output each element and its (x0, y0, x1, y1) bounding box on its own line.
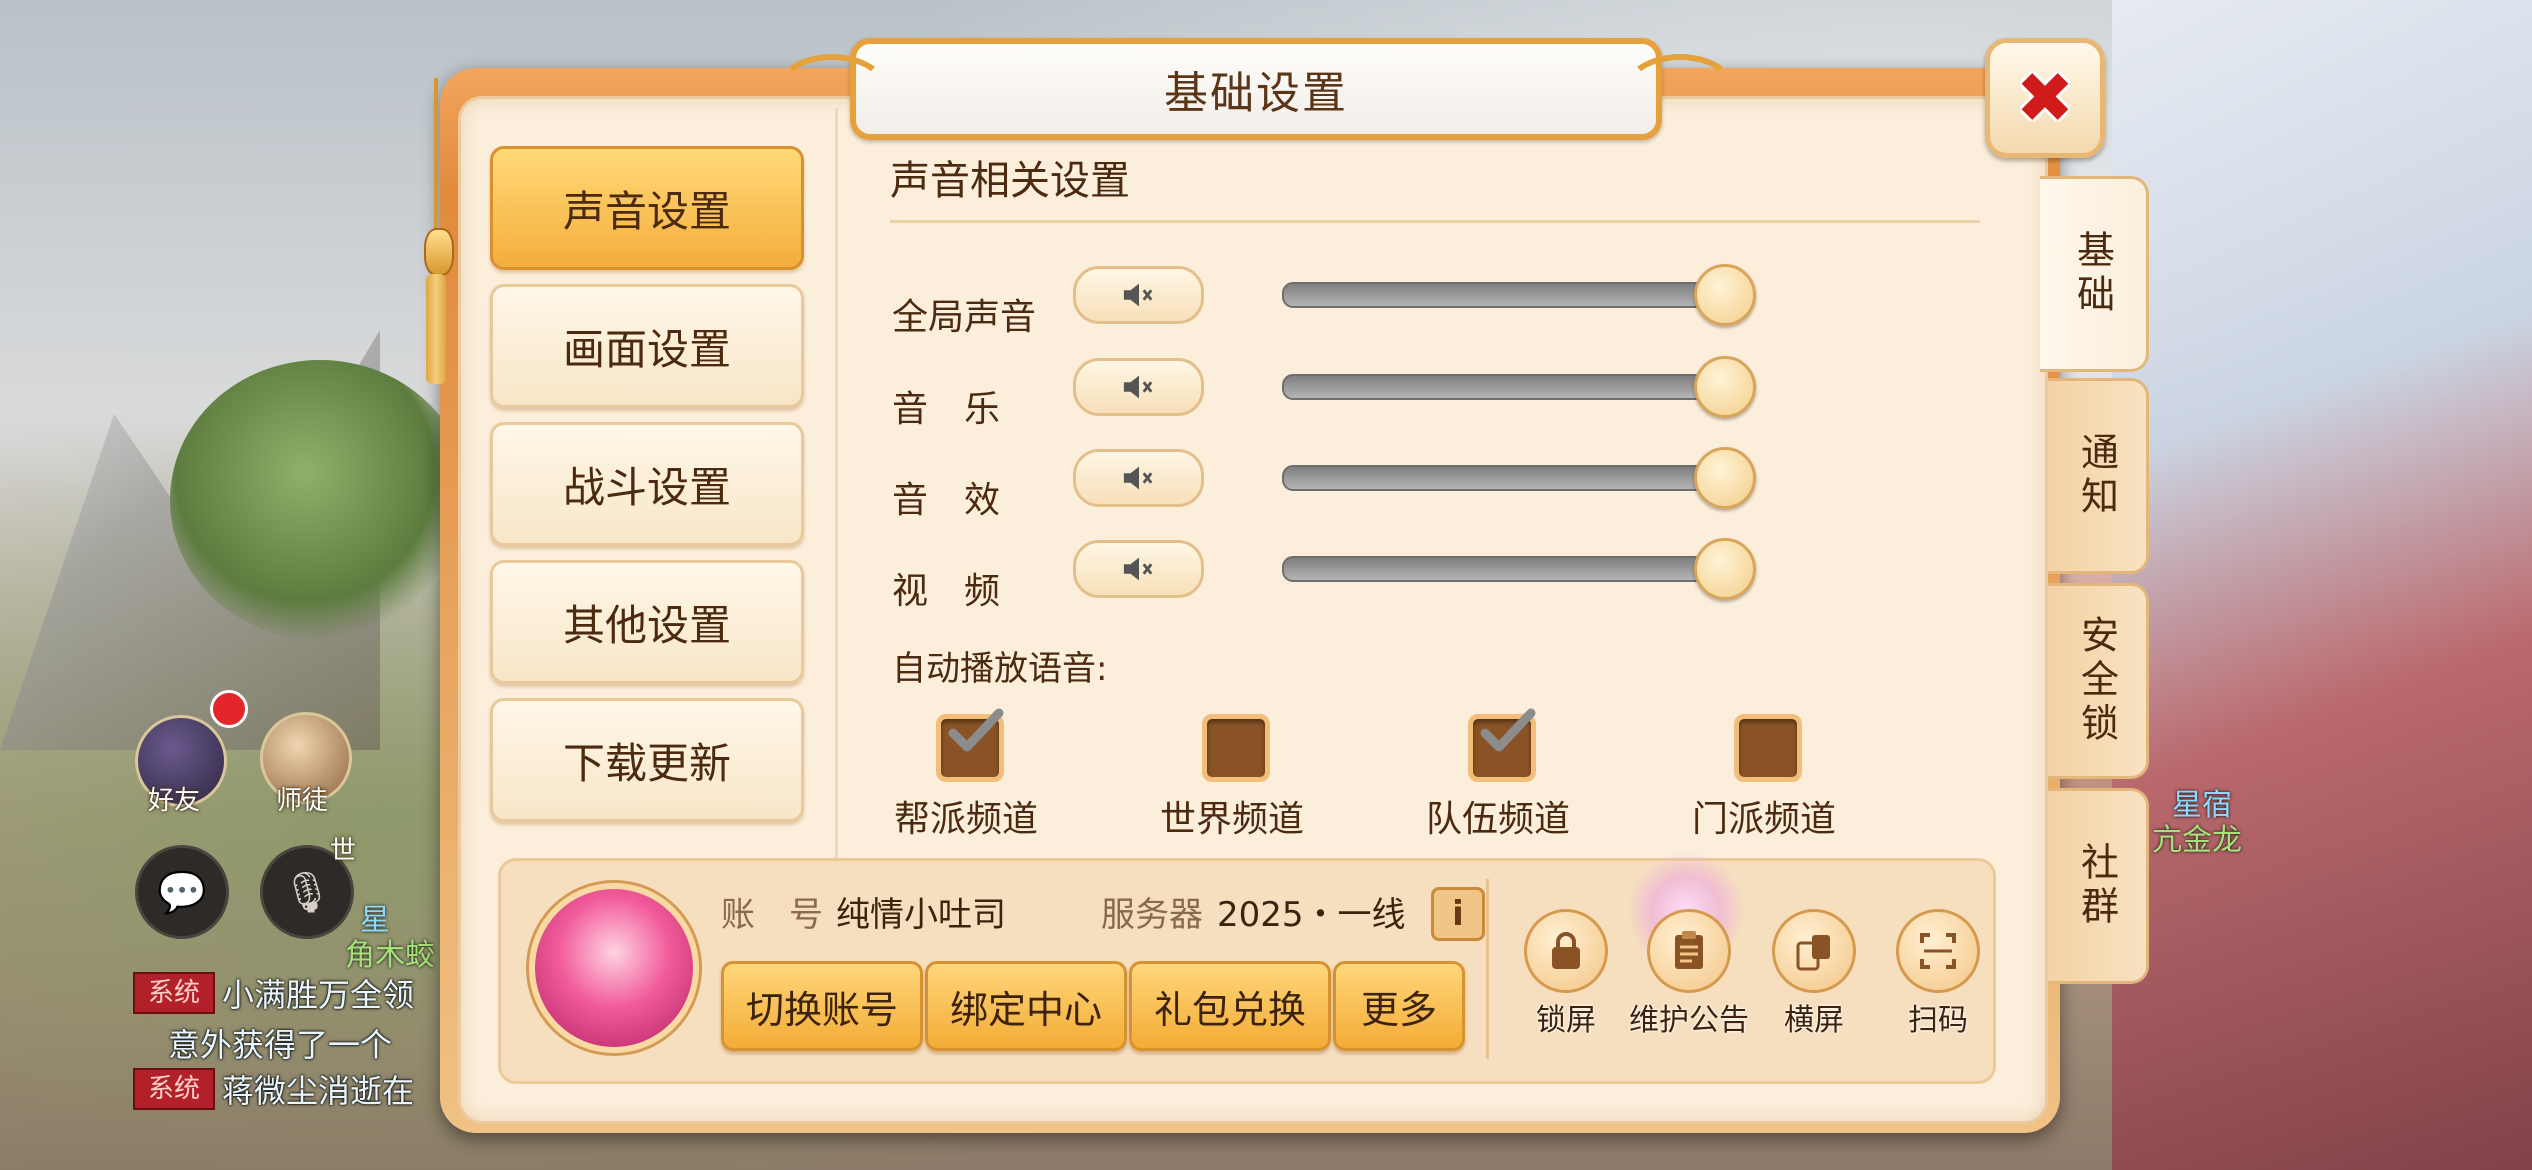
speaker-mute-icon (1122, 280, 1156, 310)
global-sound-mute-button[interactable] (1073, 266, 1204, 324)
landscape-label: 横屏 (1784, 1003, 1844, 1038)
video-mute-button[interactable] (1073, 540, 1204, 598)
more-button[interactable]: 更多 (1333, 961, 1465, 1051)
lock-screen-button[interactable]: 锁屏 (1501, 909, 1631, 1039)
close-button[interactable]: ✖ (1985, 38, 2105, 158)
world-channel-label: 世 (330, 836, 357, 866)
tab-community[interactable]: 社群 (2048, 788, 2149, 984)
chat-line: 意外获得了一个 (168, 1026, 393, 1064)
checkbox-guild-channel[interactable] (936, 708, 1004, 782)
notification-dot (210, 690, 248, 728)
tab-notifications[interactable]: 通知 (2048, 378, 2149, 574)
world-channel-label: 世界频道 (1159, 799, 1304, 840)
global-sound-label: 全局声音 (892, 297, 1037, 338)
clipboard-icon (1675, 931, 1703, 969)
music-label: 音 乐 (892, 389, 1001, 430)
video-slider-track[interactable] (1282, 556, 1736, 582)
guild-channel-label: 帮派频道 (893, 799, 1038, 840)
speaker-mute-icon (1122, 372, 1156, 402)
music-slider-knob[interactable] (1694, 356, 1756, 418)
close-icon: ✖ (2015, 57, 2075, 139)
avatar[interactable] (529, 883, 699, 1053)
server-name: 2025・一线 (1217, 895, 1406, 935)
checkbox-team-channel[interactable] (1468, 708, 1536, 782)
dialog-title: 基础设置 (1164, 68, 1348, 119)
server-key: 服务器 (1101, 895, 1203, 935)
tab-basic[interactable]: 基础 (2040, 176, 2149, 372)
chat-bubble-icon[interactable]: 💬 (135, 845, 229, 939)
binding-center-button[interactable]: 绑定中心 (925, 961, 1127, 1051)
section-divider (890, 220, 1980, 223)
sect-channel-label: 门派频道 (1691, 799, 1836, 840)
speaker-mute-icon (1122, 463, 1156, 493)
switch-account-button[interactable]: 切换账号 (721, 961, 923, 1051)
global-sound-slider-knob[interactable] (1694, 264, 1756, 326)
gift-redeem-button[interactable]: 礼包兑换 (1129, 961, 1331, 1051)
background-tree (170, 360, 470, 640)
title-plate: 基础设置 (776, 38, 1736, 140)
basic-settings-dialog: 基础设置 ✖ 声音设置 画面设置 战斗设置 其他设置 下载更新 基础 通知 安全… (424, 38, 2149, 1138)
chat-line: 蒋微尘消逝在 (222, 1072, 415, 1110)
scan-icon (1920, 933, 1956, 969)
checkbox-world-channel[interactable] (1202, 714, 1270, 782)
sound-effects-mute-button[interactable] (1073, 449, 1204, 507)
menu-display-settings[interactable]: 画面设置 (490, 284, 804, 408)
checkmark-icon (948, 708, 1004, 752)
npc-title-right: 亢金龙 (2152, 823, 2242, 858)
chat-tag-system: 系统 (133, 1068, 215, 1110)
team-channel-label: 队伍频道 (1425, 799, 1570, 840)
video-slider-knob[interactable] (1694, 538, 1756, 600)
menu-other-settings[interactable]: 其他设置 (490, 560, 804, 684)
background-snowy-cliff (2112, 0, 2532, 1170)
chat-line: 小满胜万全领 (222, 976, 415, 1014)
sound-effects-label: 音 效 (892, 480, 1001, 521)
maintenance-notice-label: 维护公告 (1629, 1003, 1749, 1038)
friends-label: 好友 (148, 786, 201, 816)
scan-code-button[interactable]: 扫码 (1873, 909, 2003, 1039)
global-sound-slider-track[interactable] (1282, 282, 1736, 308)
auto-play-voice-label: 自动播放语音: (892, 649, 1108, 689)
account-panel: 账 号 纯情小吐司 服务器 2025・一线 i 切换账号 绑定中心 礼包兑换 更… (498, 851, 1996, 1084)
scan-code-label: 扫码 (1908, 1003, 1968, 1038)
sound-effects-slider-track[interactable] (1282, 465, 1736, 491)
account-key: 账 号 (721, 895, 823, 935)
tab-security-lock[interactable]: 安全锁 (2048, 583, 2149, 779)
rotate-screen-icon (1796, 935, 1830, 971)
panel-divider (1486, 879, 1489, 1059)
chat-tag-system: 系统 (133, 972, 215, 1014)
info-icon: i (1452, 894, 1464, 934)
menu-download-update[interactable]: 下载更新 (490, 698, 804, 822)
landscape-button[interactable]: 横屏 (1749, 909, 1879, 1039)
section-title: 声音相关设置 (890, 158, 1130, 204)
menu-sound-settings[interactable]: 声音设置 (490, 146, 804, 270)
maintenance-notice-button[interactable]: 维护公告 (1624, 909, 1754, 1039)
info-button[interactable]: i (1431, 887, 1485, 941)
tassel-decoration (420, 78, 454, 398)
menu-divider (835, 108, 838, 898)
music-slider-track[interactable] (1282, 374, 1736, 400)
music-mute-button[interactable] (1073, 358, 1204, 416)
npc-title-left: 角木蛟 (345, 938, 435, 973)
lock-screen-label: 锁屏 (1536, 1003, 1596, 1038)
master-apprentice-label: 师徒 (276, 786, 329, 816)
speaker-mute-icon (1122, 554, 1156, 584)
account-name: 纯情小吐司 (836, 895, 1006, 935)
checkmark-icon (1480, 708, 1536, 752)
video-label: 视 频 (892, 571, 1001, 612)
lock-icon (1552, 932, 1580, 969)
menu-battle-settings[interactable]: 战斗设置 (490, 422, 804, 546)
sound-effects-slider-knob[interactable] (1694, 447, 1756, 509)
checkbox-sect-channel[interactable] (1734, 714, 1802, 782)
